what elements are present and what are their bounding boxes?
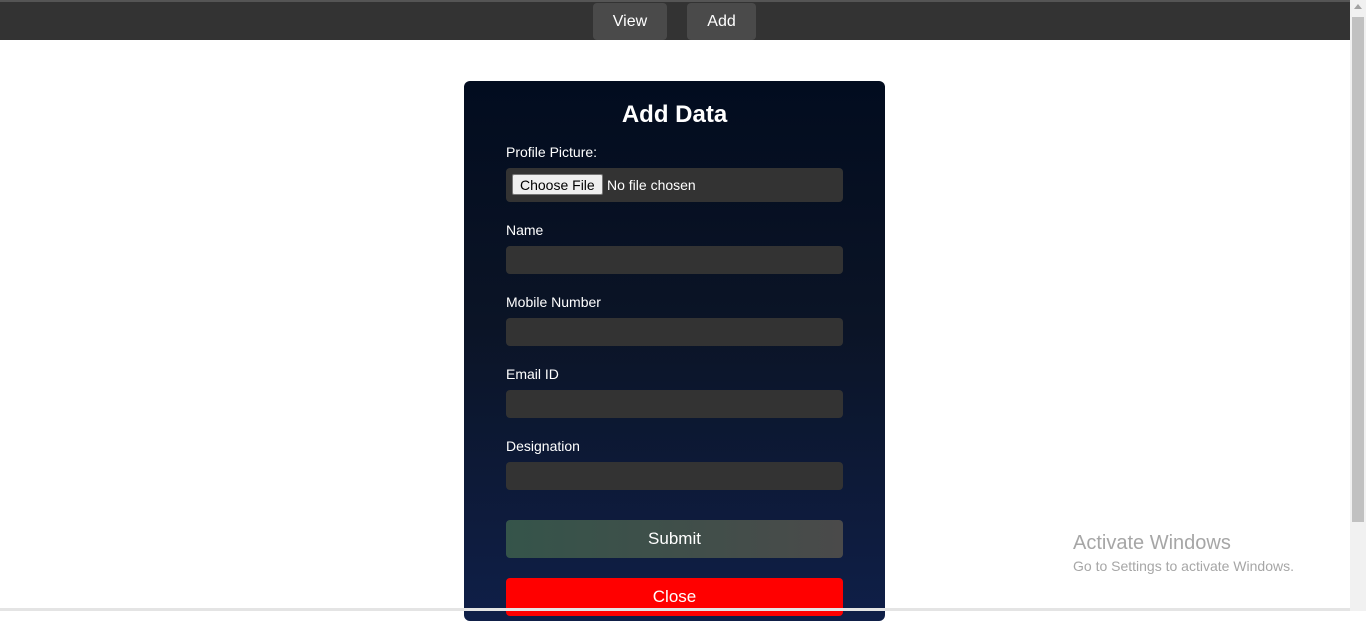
name-input[interactable] — [506, 246, 843, 274]
email-id-input[interactable] — [506, 390, 843, 418]
watermark-subtitle: Go to Settings to activate Windows. — [1073, 558, 1294, 574]
activate-windows-watermark: Activate Windows Go to Settings to activ… — [1073, 532, 1294, 574]
modal-title: Add Data — [621, 101, 728, 128]
vertical-scrollbar[interactable] — [1350, 0, 1366, 611]
profile-picture-label: Profile Picture: — [506, 144, 598, 160]
file-status-text: No file chosen — [607, 177, 696, 193]
choose-file-button[interactable]: Choose File — [512, 174, 603, 195]
view-button[interactable]: View — [593, 3, 667, 40]
profile-picture-file-input[interactable]: Choose File No file chosen — [506, 168, 843, 202]
top-navbar: View Add — [0, 0, 1350, 40]
add-button[interactable]: Add — [687, 3, 756, 40]
designation-input[interactable] — [506, 462, 843, 490]
watermark-title: Activate Windows — [1073, 532, 1231, 554]
mobile-number-input[interactable] — [506, 318, 843, 346]
mobile-number-label: Mobile Number — [506, 294, 601, 310]
name-label: Name — [506, 222, 544, 238]
add-data-modal: Add Data Profile Picture: Choose File No… — [464, 81, 885, 621]
scrollbar-thumb[interactable] — [1352, 17, 1364, 522]
scroll-up-arrow-icon[interactable] — [1354, 4, 1362, 9]
email-id-label: Email ID — [506, 366, 559, 382]
submit-button[interactable]: Submit — [506, 520, 843, 558]
designation-label: Designation — [506, 438, 580, 454]
